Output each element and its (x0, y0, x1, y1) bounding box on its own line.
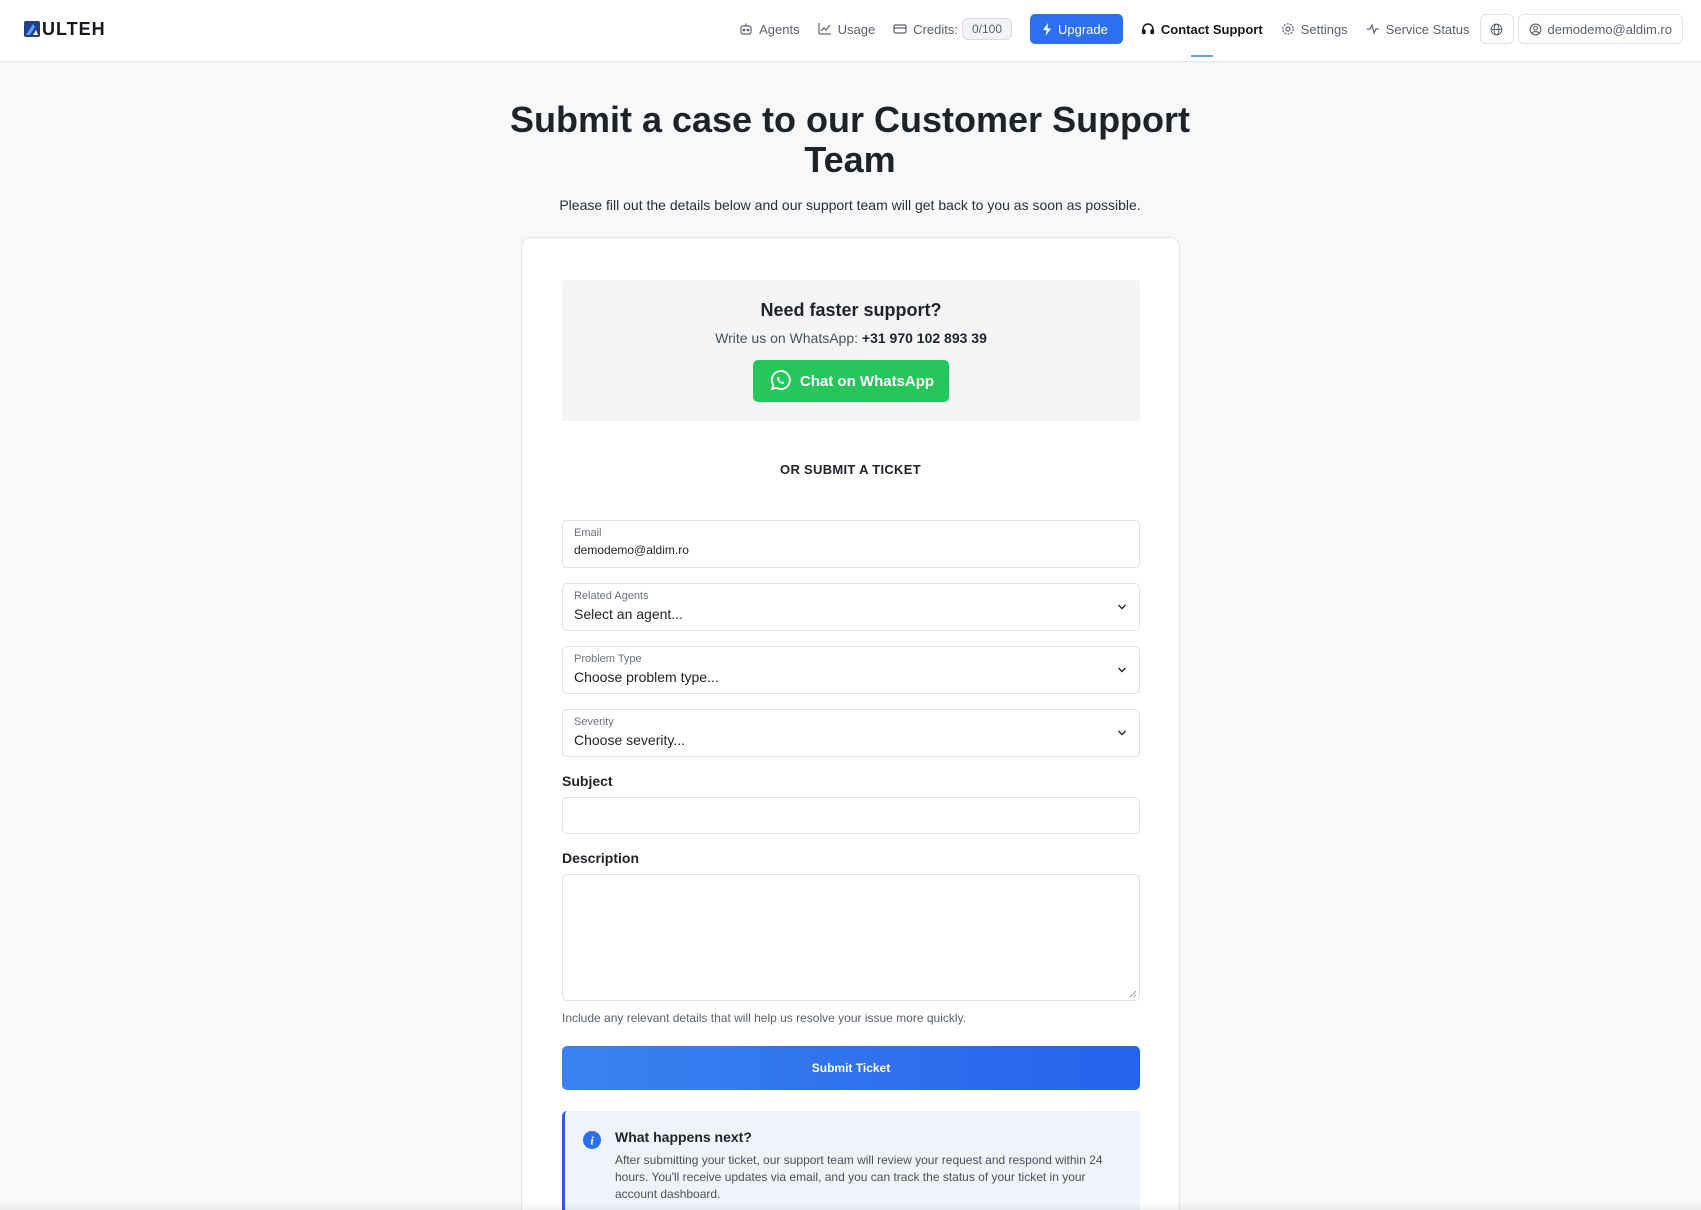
severity-label: Severity (574, 716, 614, 728)
email-field[interactable]: Email demodemo@aldim.ro (562, 520, 1140, 568)
related-agents-label: Related Agents (574, 590, 649, 602)
description-label: Description (562, 850, 640, 866)
whatsapp-button-label: Chat on WhatsApp (799, 372, 935, 390)
globe-icon (1490, 23, 1503, 35)
description-textarea[interactable] (562, 874, 1140, 1001)
next-steps-info-box: i What happens next? After submitting yo… (562, 1111, 1140, 1210)
nav-service-status-label: Service Status (1385, 21, 1470, 37)
problem-type-value: Choose problem type... (574, 669, 719, 685)
chart-line-icon (817, 23, 831, 35)
whatsapp-phone: +31 970 102 893 39 (861, 330, 987, 346)
nav-usage-label: Usage (837, 21, 876, 37)
subject-label: Subject (562, 773, 613, 789)
submit-ticket-button[interactable]: Submit Ticket (562, 1046, 1140, 1090)
info-title: What happens next? (615, 1129, 752, 1145)
credit-card-icon (893, 24, 907, 34)
problem-type-select[interactable]: Problem Type Choose problem type... (562, 646, 1140, 694)
nav-menu: Agents Usage Credits: 0/100 Upgrade Cont… (721, 14, 1683, 57)
resize-handle-icon[interactable] (1129, 990, 1137, 998)
submit-ticket-divider: OR SUBMIT A TICKET (780, 462, 921, 477)
bottom-scroll-shadow (0, 1202, 1701, 1210)
nav-settings-label: Settings (1300, 21, 1348, 37)
pulse-icon (1366, 23, 1379, 35)
severity-select[interactable]: Severity Choose severity... (562, 709, 1140, 757)
related-agents-select[interactable]: Related Agents Select an agent... (562, 583, 1140, 631)
description-help-text: Include any relevant details that will h… (562, 1011, 966, 1025)
nav-usage[interactable]: Usage (817, 14, 876, 44)
brand-logo[interactable]: ULTEH (24, 20, 106, 38)
whatsapp-line-prefix: Write us on WhatsApp: (715, 330, 859, 346)
page-subtitle: Please fill out the details below and ou… (559, 197, 1141, 213)
whatsapp-icon (770, 370, 791, 391)
headset-icon (1141, 23, 1155, 35)
whatsapp-title: Need faster support? (760, 300, 942, 320)
info-icon: i (583, 1131, 601, 1149)
user-circle-icon (1529, 23, 1541, 35)
page-title: Submit a case to our Customer Support Te… (509, 99, 1191, 180)
info-body: After submitting your ticket, our suppor… (615, 1153, 1103, 1201)
top-navbar: ULTEH Agents Usage Credits: 0/100 Upgrad… (0, 0, 1701, 62)
nav-credits-label: Credits: (913, 21, 958, 37)
user-email: demodemo@aldim.ro (1547, 21, 1672, 37)
robot-icon (740, 23, 752, 35)
whatsapp-contact-line: Write us on WhatsApp: +31 970 102 893 39 (562, 330, 1140, 346)
whatsapp-support-box: Need faster support? Write us on WhatsAp… (562, 280, 1140, 421)
chevron-down-icon (1118, 667, 1126, 673)
logo-mark-icon (24, 21, 40, 37)
lightning-icon (1043, 22, 1051, 36)
severity-value: Choose severity... (574, 732, 686, 748)
nav-agents-label: Agents (759, 21, 800, 37)
gear-icon (1281, 23, 1294, 35)
nav-contact-support[interactable]: Contact Support (1141, 14, 1263, 57)
upgrade-button-label: Upgrade (1058, 21, 1108, 37)
nav-settings[interactable]: Settings (1281, 14, 1348, 44)
support-form-card: Need faster support? Write us on WhatsAp… (521, 237, 1180, 1210)
chevron-down-icon (1118, 604, 1126, 610)
user-menu-button[interactable]: demodemo@aldim.ro (1517, 14, 1683, 44)
chat-on-whatsapp-button[interactable]: Chat on WhatsApp (753, 360, 949, 402)
upgrade-button[interactable]: Upgrade (1030, 14, 1123, 44)
nav-contact-support-label: Contact Support (1160, 21, 1263, 37)
problem-type-label: Problem Type (574, 653, 642, 665)
nav-agents[interactable]: Agents (739, 14, 800, 44)
language-button[interactable] (1479, 14, 1514, 44)
chevron-down-icon (1118, 730, 1126, 736)
email-field-label: Email (574, 527, 602, 539)
brand-name: ULTEH (42, 19, 106, 39)
nav-service-status[interactable]: Service Status (1366, 14, 1470, 44)
email-field-value: demodemo@aldim.ro (574, 543, 689, 557)
related-agents-value: Select an agent... (574, 606, 683, 622)
nav-credits[interactable]: Credits: 0/100 (893, 14, 1012, 44)
credits-badge: 0/100 (961, 18, 1012, 40)
subject-input[interactable] (562, 797, 1140, 834)
